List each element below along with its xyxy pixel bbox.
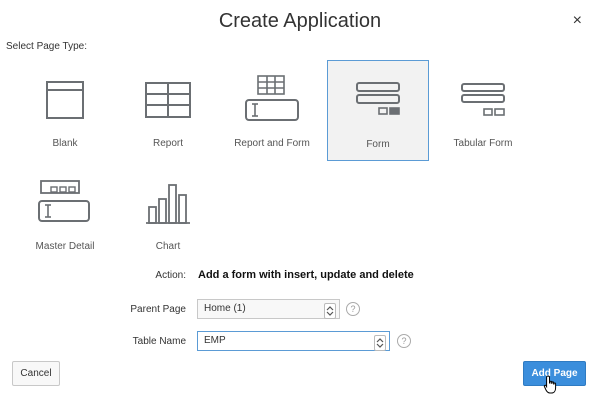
tile-label-master-detail: Master Detail [35, 241, 95, 252]
parent-page-label: Parent Page [130, 304, 186, 315]
select-page-type-label: Select Page Type: [6, 41, 87, 52]
tabular-form-icon [461, 83, 505, 116]
tile-label-report-and-form: Report and Form [234, 138, 310, 149]
close-icon[interactable]: × [573, 12, 582, 30]
parent-page-select[interactable]: Home (1) [197, 299, 340, 319]
table-name-select[interactable]: EMP [197, 331, 390, 351]
table-name-help-icon[interactable]: ? [397, 334, 411, 348]
form-icon [356, 82, 400, 115]
hand-cursor-icon [543, 375, 557, 394]
page-type-blank[interactable]: Blank [14, 62, 116, 162]
tile-label-blank: Blank [52, 138, 78, 149]
parent-page-help-icon[interactable]: ? [346, 302, 360, 316]
select-chevron-icon [374, 335, 386, 351]
action-label: Action: [155, 270, 186, 281]
select-chevron-icon [324, 303, 336, 319]
tile-label-form: Form [366, 139, 390, 150]
page-type-form[interactable]: Form [327, 60, 429, 161]
create-application-dialog: Create Application × Select Page Type: B… [0, 0, 600, 399]
dialog-title: Create Application [218, 10, 382, 32]
cancel-button[interactable]: Cancel [12, 361, 60, 386]
page-type-chart[interactable]: Chart [117, 165, 219, 265]
tile-label-report: Report [152, 138, 183, 149]
report-and-form-icon [245, 75, 299, 121]
tile-label-tabular-form: Tabular Form [453, 138, 513, 149]
blank-page-icon [46, 81, 84, 119]
master-detail-icon [38, 180, 90, 222]
bar-chart-icon [146, 184, 190, 224]
parent-page-value: Home (1) [204, 303, 246, 314]
report-grid-icon [145, 82, 191, 118]
table-name-value: EMP [204, 335, 226, 346]
page-type-report[interactable]: Report [117, 62, 219, 162]
page-type-tabular-form[interactable]: Tabular Form [432, 62, 534, 162]
page-type-master-detail[interactable]: Master Detail [14, 165, 116, 265]
action-description: Add a form with insert, update and delet… [198, 269, 414, 281]
page-type-report-and-form[interactable]: Report and Form [221, 62, 323, 162]
tile-label-chart: Chart [155, 241, 181, 252]
table-name-label: Table Name [132, 336, 186, 347]
